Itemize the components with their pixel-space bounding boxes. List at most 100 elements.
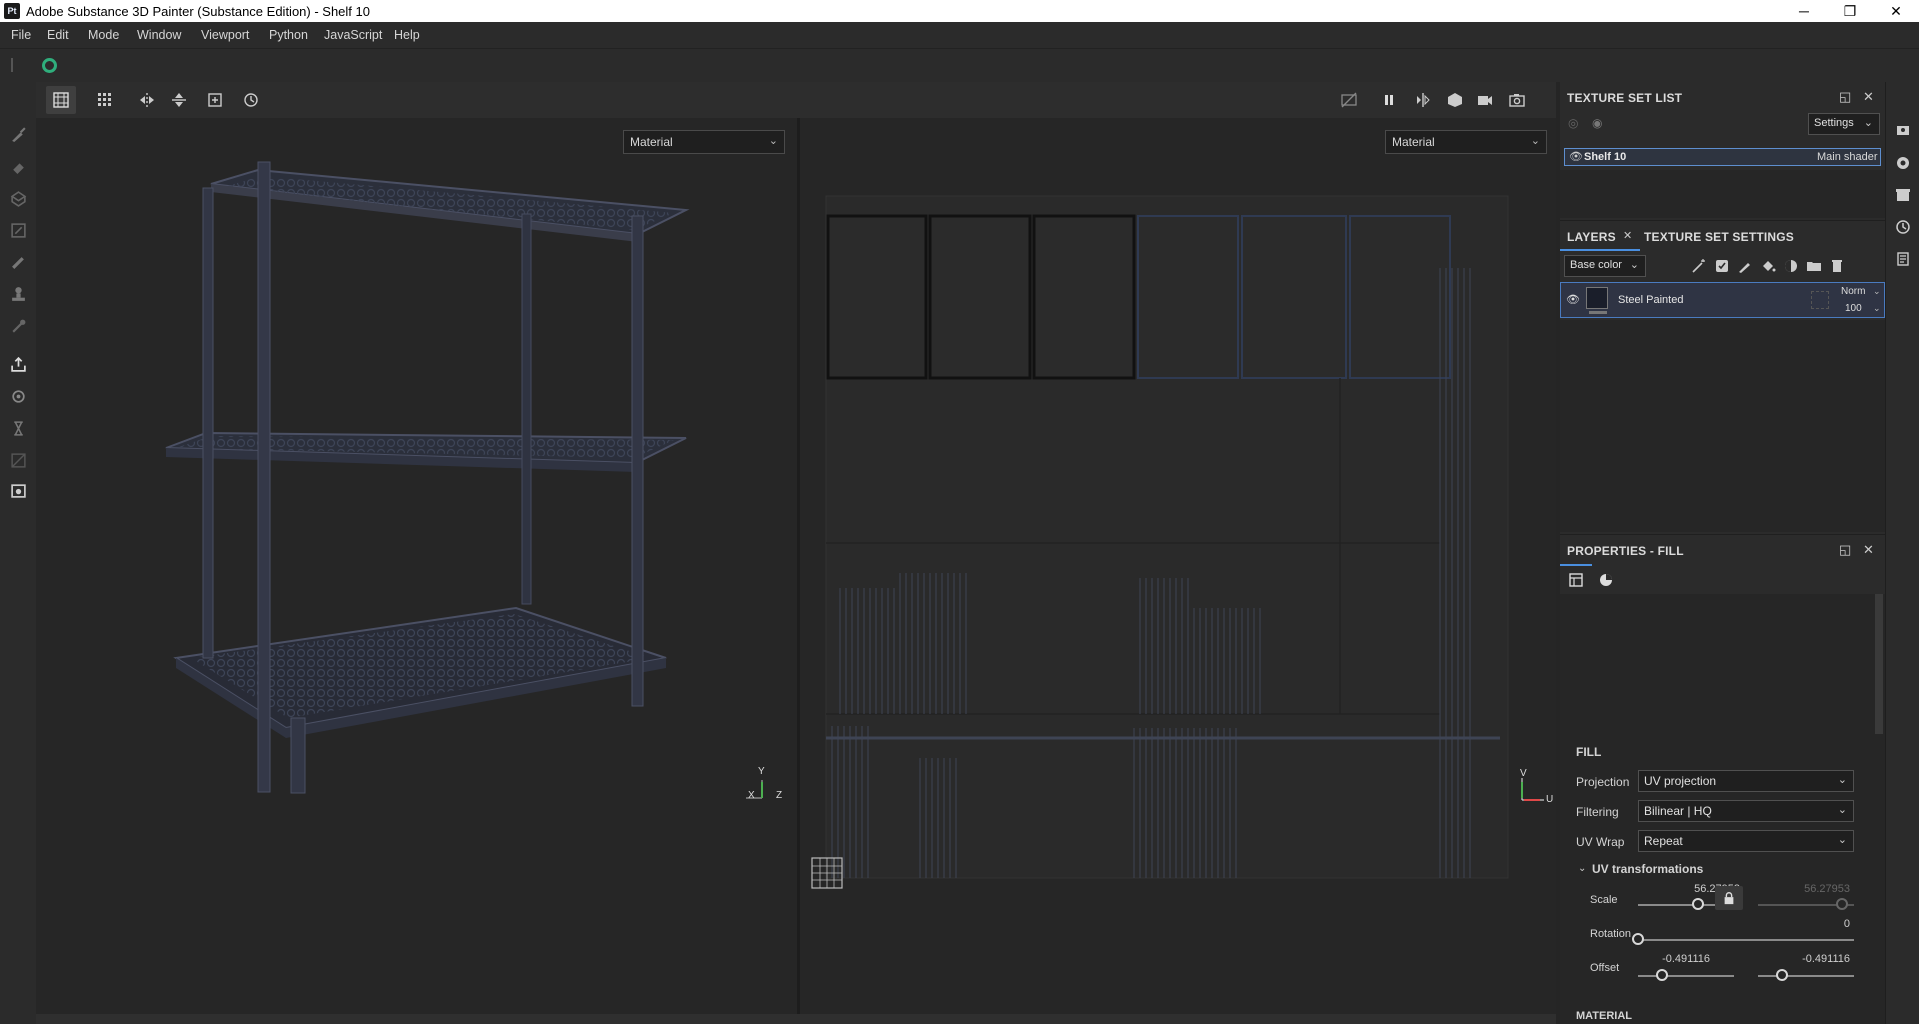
channel-select[interactable]: Base color ⌄ <box>1564 255 1646 277</box>
display-mode-icon[interactable] <box>1440 86 1470 114</box>
menu-window[interactable]: Window <box>137 28 181 42</box>
clone-stamp-icon[interactable] <box>8 284 28 304</box>
geometry-mask-icon[interactable] <box>8 220 28 240</box>
layer-name[interactable]: Steel Painted <box>1618 294 1683 306</box>
video-camera-icon[interactable] <box>1470 86 1500 114</box>
offset-v-slider-knob[interactable] <box>1776 969 1788 981</box>
add-effect-icon[interactable] <box>1713 257 1731 275</box>
eye-hidden-icon[interactable]: ◎ <box>1568 116 1578 130</box>
scale-slider-knob[interactable] <box>1691 898 1704 910</box>
add-folder-icon[interactable] <box>1805 257 1823 275</box>
history-icon[interactable] <box>236 86 266 114</box>
layer-row[interactable]: 👁 Steel Painted Norm ⌄ 100 ⌄ <box>1560 282 1885 318</box>
layer-opacity[interactable]: 100 <box>1845 303 1862 314</box>
texture-set-settings-select[interactable]: Settings ⌄ <box>1808 113 1880 135</box>
rotation-slider-track[interactable] <box>1638 939 1854 941</box>
add-fill-layer-icon[interactable] <box>1759 257 1777 275</box>
float-panel-icon[interactable]: ◱ <box>1839 89 1851 105</box>
close-panel-icon[interactable]: ✕ <box>1863 542 1874 558</box>
layer-visibility-icon[interactable]: 👁 <box>1566 293 1580 306</box>
smudge-icon[interactable] <box>8 252 28 272</box>
eraser-icon[interactable] <box>8 156 28 176</box>
app-icon: Pt <box>4 3 20 19</box>
add-paint-layer-icon[interactable] <box>1736 257 1754 275</box>
eye-icon[interactable]: ◉ <box>1592 116 1602 130</box>
sync-plugin-icon[interactable] <box>42 58 57 73</box>
tool-strip <box>0 82 36 1024</box>
minimize-button[interactable]: ─ <box>1781 0 1827 22</box>
display-settings-icon[interactable] <box>1894 122 1912 140</box>
menu-mode[interactable]: Mode <box>88 28 119 42</box>
symmetry-y-icon[interactable] <box>164 86 194 114</box>
close-button[interactable]: ✕ <box>1873 0 1919 22</box>
offset-v-value[interactable]: -0.491116 <box>1760 953 1850 965</box>
scale-slider-locked-knob <box>1836 898 1848 910</box>
pause-icon[interactable] <box>1374 86 1404 114</box>
camera-split-icon[interactable] <box>1408 86 1438 114</box>
offset-v-slider-track[interactable] <box>1758 975 1854 977</box>
uv-transformations-title[interactable]: UV transformations <box>1592 862 1703 876</box>
viewport-3d[interactable]: Material ⌄ Y X Z <box>36 118 798 1014</box>
filtering-select[interactable]: Bilinear | HQ ⌄ <box>1638 800 1854 822</box>
scale-value-locked: 56.27953 <box>1804 883 1850 895</box>
offset-u-slider-track[interactable] <box>1638 975 1734 977</box>
menu-viewport[interactable]: Viewport <box>201 28 249 42</box>
lock-icon <box>1724 892 1734 905</box>
fit-view-icon[interactable] <box>200 86 230 114</box>
export-icon[interactable] <box>8 354 28 374</box>
uvwrap-select[interactable]: Repeat ⌄ <box>1638 830 1854 852</box>
magic-wand-icon[interactable] <box>1690 257 1708 275</box>
bake-icon[interactable] <box>8 386 28 406</box>
fill-properties-icon[interactable] <box>1566 570 1586 590</box>
uv-tool-icon[interactable] <box>8 450 28 470</box>
texture-set-visibility-icon[interactable]: 👁 <box>1569 150 1583 163</box>
grid-layout-icon[interactable] <box>90 86 120 114</box>
timer-icon[interactable] <box>8 418 28 438</box>
projection-select[interactable]: UV projection ⌄ <box>1638 770 1854 792</box>
tab-texture-set-settings[interactable]: TEXTURE SET SETTINGS <box>1644 230 1794 244</box>
screenshot-camera-icon[interactable] <box>1502 86 1532 114</box>
properties-scrollbar[interactable] <box>1875 594 1883 734</box>
layer-blend-mode[interactable]: Norm <box>1841 286 1865 297</box>
delete-layer-icon[interactable] <box>1828 257 1846 275</box>
projection-icon[interactable] <box>8 188 28 208</box>
chevron-down-icon[interactable]: ⌄ <box>1578 863 1586 874</box>
layer-thumbnail[interactable] <box>1586 287 1608 309</box>
offset-u-slider-knob[interactable] <box>1656 969 1668 981</box>
title-bar: Pt Adobe Substance 3D Painter (Substance… <box>0 0 1919 22</box>
float-panel-icon[interactable]: ◱ <box>1839 542 1851 558</box>
layout-3d-2d-icon[interactable] <box>46 86 76 114</box>
material-properties-icon[interactable] <box>1596 570 1616 590</box>
status-bar <box>36 1014 1556 1024</box>
offset-u-value[interactable]: -0.491116 <box>1620 953 1710 965</box>
restore-button[interactable]: ❐ <box>1827 0 1873 22</box>
rotation-value[interactable]: 0 <box>1760 918 1850 930</box>
color-picker-icon[interactable] <box>8 316 28 336</box>
add-mask-icon[interactable] <box>1782 257 1800 275</box>
menu-javascript[interactable]: JavaScript <box>324 28 382 42</box>
symmetry-x-icon[interactable] <box>132 86 162 114</box>
properties-header: PROPERTIES - FILL ◱ ✕ <box>1560 534 1885 564</box>
layers-toolbar: Base color ⌄ <box>1560 250 1885 280</box>
log-icon[interactable] <box>1894 250 1912 268</box>
texture-set-item[interactable]: 👁 Shelf 10 Main shader <box>1564 148 1881 166</box>
menu-help[interactable]: Help <box>394 28 420 42</box>
menu-file[interactable]: File <box>11 28 31 42</box>
menu-python[interactable]: Python <box>269 28 308 42</box>
chevron-down-icon: ⌄ <box>1837 804 1847 816</box>
assets-icon[interactable] <box>1894 186 1912 204</box>
texture-set-shader[interactable]: Main shader <box>1817 151 1878 163</box>
layer-mask-slot[interactable] <box>1811 291 1829 309</box>
lock-scale-button[interactable] <box>1715 886 1743 910</box>
viewport-2d-uv[interactable]: Material ⌄ V U <box>800 118 1556 1014</box>
close-panel-icon[interactable]: ✕ <box>1863 89 1874 105</box>
menu-edit[interactable]: Edit <box>47 28 69 42</box>
camera-tool-icon[interactable] <box>8 480 28 500</box>
rotation-slider-knob[interactable] <box>1632 933 1644 945</box>
close-tab-icon[interactable]: ✕ <box>1623 229 1632 242</box>
hide-ui-icon[interactable] <box>1334 86 1364 114</box>
shader-settings-icon[interactable] <box>1894 154 1912 172</box>
tab-layers[interactable]: LAYERS <box>1567 230 1616 244</box>
paint-brush-icon[interactable] <box>8 124 28 144</box>
history-panel-icon[interactable] <box>1894 218 1912 236</box>
